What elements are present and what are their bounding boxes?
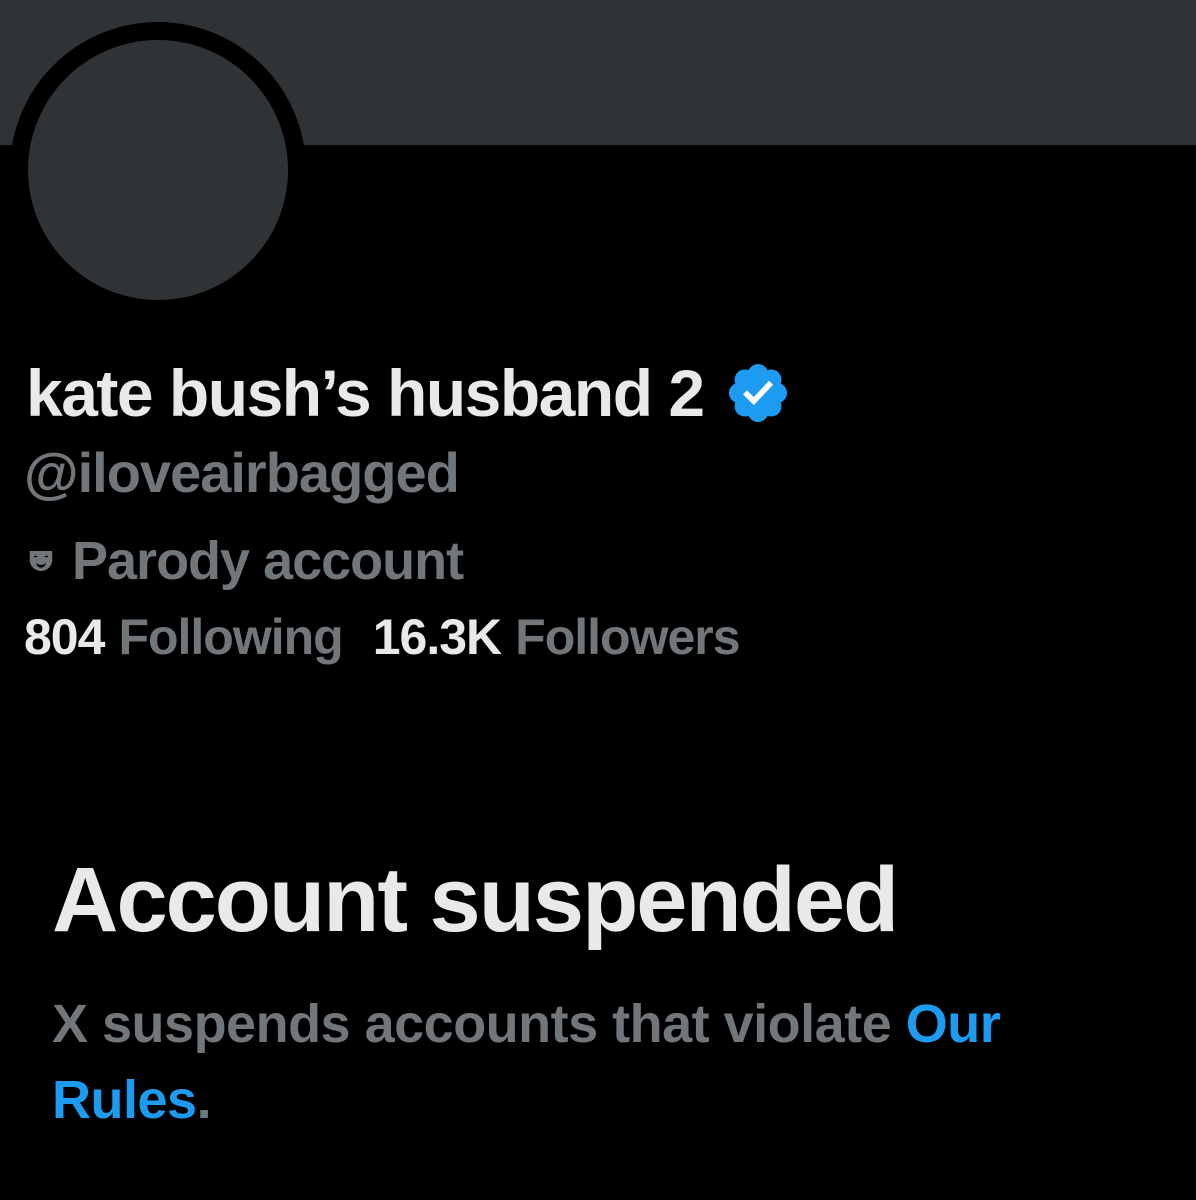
theater-mask-icon — [29, 551, 53, 571]
display-name: kate bush’s husband 2 — [26, 356, 705, 430]
verified-badge-icon[interactable] — [724, 359, 792, 427]
suspended-description-text: X suspends accounts that violate — [52, 994, 906, 1054]
following-label: Following — [118, 609, 343, 665]
profile-handle: @iloveairbagged — [24, 441, 460, 504]
profile-name-row: kate bush’s husband 2 — [26, 348, 792, 438]
followers-stat[interactable]: 16.3K Followers — [372, 608, 741, 666]
suspended-title: Account suspended — [52, 849, 899, 951]
following-stat[interactable]: 804 Following — [24, 608, 344, 666]
followers-label: Followers — [515, 609, 740, 665]
parody-label-row: Parody account — [26, 530, 464, 592]
description-period: . — [196, 1070, 212, 1130]
follow-stats: 804 Following 16.3K Followers — [24, 608, 741, 666]
followers-count: 16.3K — [372, 609, 502, 665]
suspended-description: X suspends accounts that violate Our Rul… — [52, 986, 1152, 1138]
parody-label: Parody account — [72, 531, 464, 591]
following-count: 804 — [24, 609, 105, 665]
avatar[interactable] — [28, 40, 288, 300]
